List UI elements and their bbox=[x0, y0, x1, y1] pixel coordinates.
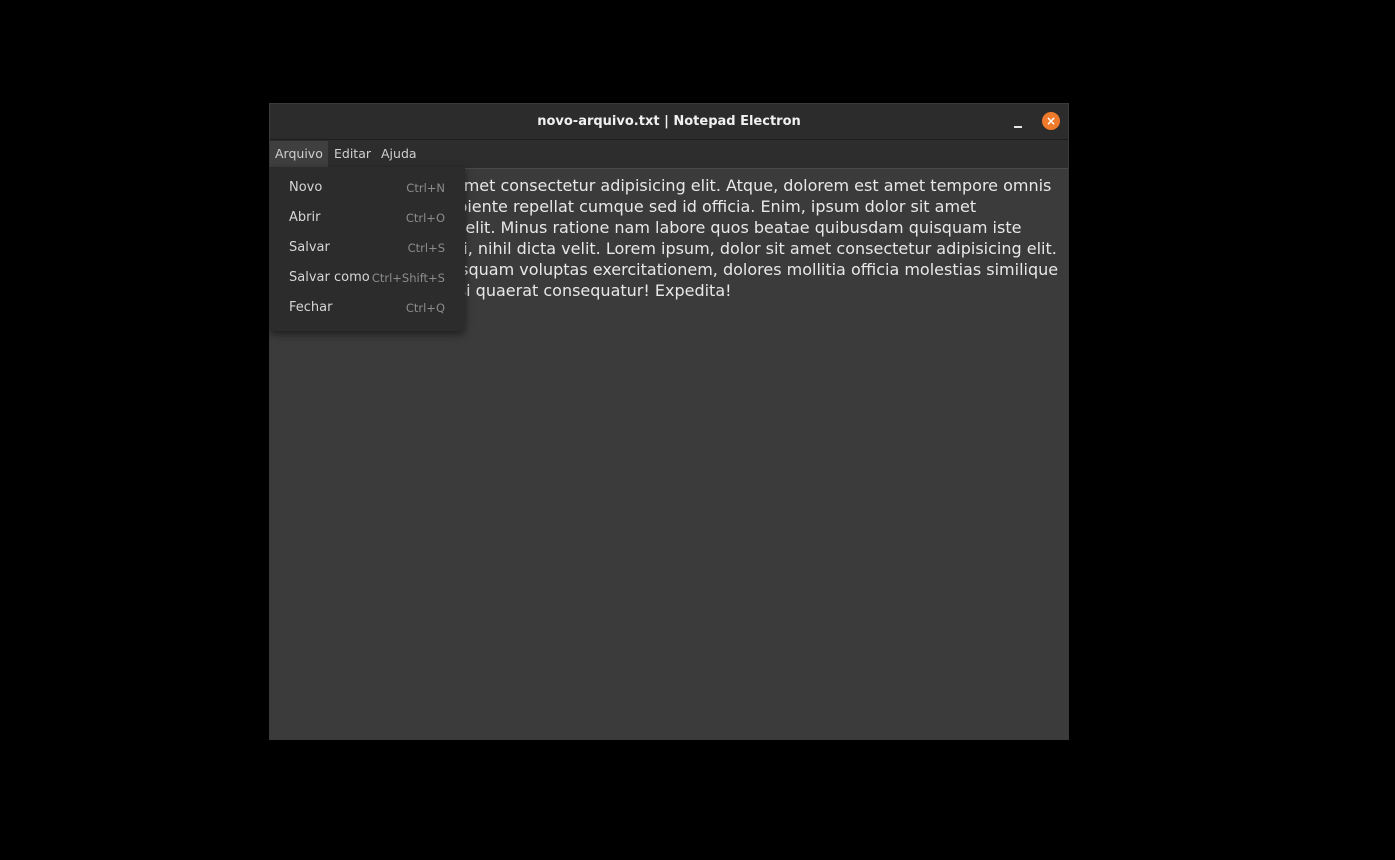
menu-item-shortcut: Ctrl+Q bbox=[405, 301, 445, 315]
menu-item-shortcut: Ctrl+N bbox=[406, 181, 445, 195]
menu-item-label: Salvar bbox=[289, 240, 330, 255]
title-bar[interactable]: novo-arquivo.txt | Notepad Electron × bbox=[270, 104, 1068, 140]
minimize-icon[interactable] bbox=[1008, 112, 1028, 132]
menu-item-shortcut: Ctrl+O bbox=[405, 211, 445, 225]
file-menu-dropdown: Novo Ctrl+N Abrir Ctrl+O Salvar Ctrl+S S… bbox=[269, 167, 465, 331]
menu-item-label: Abrir bbox=[289, 210, 321, 225]
menu-ajuda[interactable]: Ajuda bbox=[376, 141, 422, 167]
menu-item-label: Novo bbox=[289, 180, 323, 195]
menu-item-salvar-como[interactable]: Salvar como Ctrl+Shift+S bbox=[269, 263, 465, 293]
menu-bar: Arquivo Editar Ajuda bbox=[270, 140, 1068, 168]
menu-item-shortcut: Ctrl+Shift+S bbox=[371, 271, 445, 285]
menu-item-salvar[interactable]: Salvar Ctrl+S bbox=[269, 233, 465, 263]
close-icon[interactable]: × bbox=[1042, 112, 1060, 130]
menu-item-novo[interactable]: Novo Ctrl+N bbox=[269, 173, 465, 203]
menu-item-shortcut: Ctrl+S bbox=[407, 241, 445, 255]
menu-arquivo[interactable]: Arquivo bbox=[270, 141, 328, 167]
menu-item-abrir[interactable]: Abrir Ctrl+O bbox=[269, 203, 465, 233]
menu-item-label: Salvar como bbox=[289, 270, 370, 285]
window-title: novo-arquivo.txt | Notepad Electron bbox=[537, 114, 801, 129]
menu-editar[interactable]: Editar bbox=[329, 141, 376, 167]
menu-item-fechar[interactable]: Fechar Ctrl+Q bbox=[269, 293, 465, 323]
menu-item-label: Fechar bbox=[289, 300, 333, 315]
